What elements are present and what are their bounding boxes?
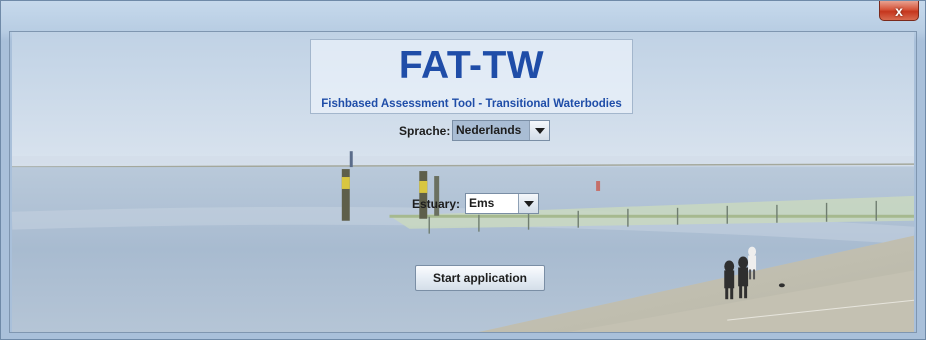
language-selected-value: Nederlands: [453, 121, 529, 140]
estuary-label: Estuary:: [412, 197, 461, 211]
close-icon: x: [895, 2, 903, 19]
close-button[interactable]: x: [879, 1, 919, 21]
estuary-selected-value: Ems: [469, 196, 495, 210]
start-application-button[interactable]: Start application: [415, 265, 545, 291]
title-bar: x: [1, 1, 925, 31]
app-subtitle: Fishbased Assessment Tool - Transitional…: [321, 98, 622, 110]
main-panel: FAT-TW Fishbased Assessment Tool - Trans…: [9, 31, 917, 333]
estuary-dropdown[interactable]: Ems: [465, 193, 539, 214]
language-label: Sprache:: [399, 124, 451, 138]
app-title: FAT-TW: [398, 44, 545, 87]
application-window: x FAT-TW Fishbased Assessment Tool - Tra…: [0, 0, 926, 340]
language-dropdown[interactable]: Nederlands: [452, 120, 550, 141]
chevron-down-icon[interactable]: [518, 194, 538, 213]
logo-panel: FAT-TW Fishbased Assessment Tool - Trans…: [310, 39, 633, 114]
chevron-down-icon[interactable]: [529, 121, 549, 140]
